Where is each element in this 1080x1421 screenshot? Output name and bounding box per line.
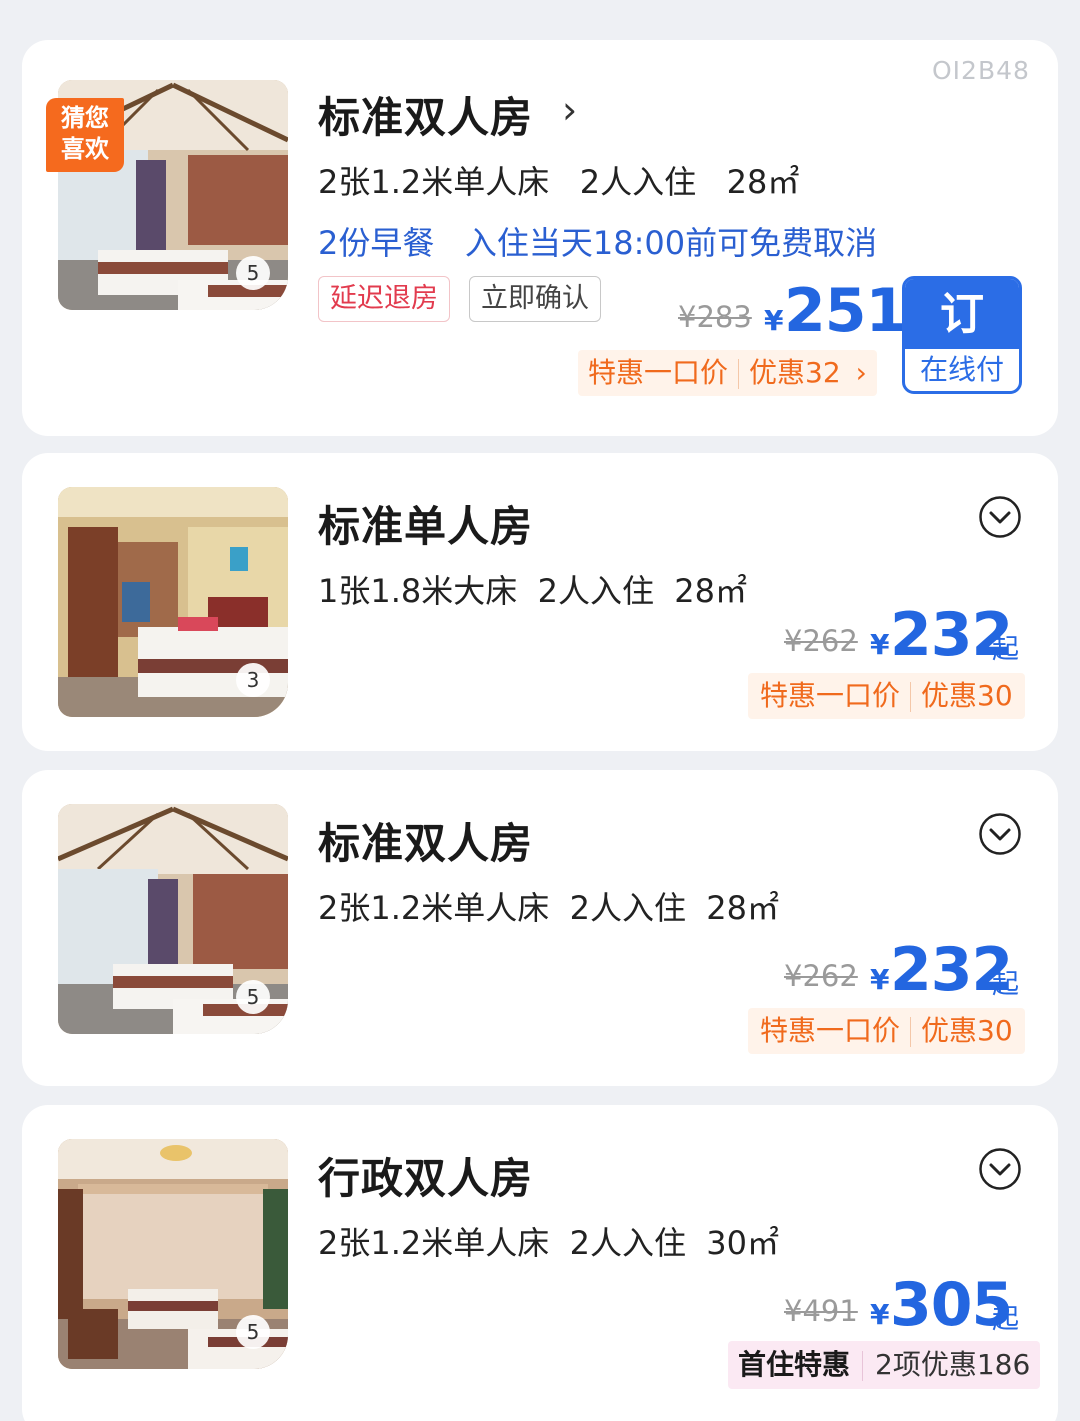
first-stay-divider [862, 1351, 864, 1381]
room-name[interactable]: 行政双人房 [318, 1145, 533, 1206]
chevron-right-icon[interactable]: › [562, 88, 577, 132]
photo-count-badge: 5 [236, 980, 270, 1014]
promo-badge[interactable]: 特惠一口价 优惠30 [748, 1008, 1025, 1054]
room-specs: 2张1.2米单人床 2人入住 28㎡ [318, 889, 780, 927]
promo-divider [738, 359, 740, 389]
room-name[interactable]: 标准单人房 [318, 493, 533, 554]
promo-divider [910, 682, 912, 712]
chevron-down-circle-icon[interactable] [978, 1147, 1022, 1191]
guess-you-like-badge: 猜您 喜欢 [46, 98, 124, 172]
currency-symbol: ¥ [764, 304, 784, 337]
room-specs: 1张1.8米大床 2人入住 28㎡ [318, 572, 748, 610]
photo-count-badge: 3 [236, 663, 270, 697]
promo-divider [910, 1017, 912, 1047]
tag-instant-confirm: 立即确认 [469, 276, 601, 322]
room-specs: 2张1.2米单人床 2人入住 30㎡ [318, 1224, 780, 1262]
room-name[interactable]: 标准双人房 [318, 84, 533, 145]
price-from-suffix: 起 [992, 634, 1019, 665]
book-button-label: 订 [905, 279, 1019, 349]
pay-online-label: 在线付 [919, 353, 1004, 386]
room-card-standard-twin[interactable]: 5 标准双人房 2张1.2米单人床 2人入住 28㎡ ¥262 ¥ 232 起 … [22, 770, 1058, 1086]
first-stay-offer-badge[interactable]: 首住特惠 2项优惠186 [728, 1341, 1041, 1389]
chevron-right-icon: › [855, 356, 867, 389]
promo-label: 特惠一口价 [760, 679, 901, 712]
book-button[interactable]: 订 在线付 [902, 276, 1022, 394]
badge-line-2: 喜欢 [61, 135, 109, 163]
original-price: ¥262 [784, 959, 858, 993]
promo-badge[interactable]: 特惠一口价 优惠32 › [578, 350, 877, 396]
price-from-suffix: 起 [992, 1304, 1019, 1335]
room-benefits: 2份早餐 入住当天18:00前可免费取消 [318, 224, 878, 262]
original-price: ¥283 [678, 300, 752, 334]
room-photo[interactable]: 3 [58, 487, 288, 717]
promo-discount: 优惠30 [921, 679, 1013, 712]
room-card-standard-single[interactable]: 3 标准单人房 1张1.8米大床 2人入住 28㎡ ¥262 ¥ 232 起 特… [22, 453, 1058, 751]
photo-count-badge: 5 [236, 1315, 270, 1349]
currency-symbol: ¥ [870, 963, 890, 996]
room-photo[interactable]: 5 [58, 804, 288, 1034]
promo-discount: 优惠32 [749, 356, 841, 389]
badge-line-1: 猜您 [61, 104, 109, 132]
current-price: 251 [784, 276, 907, 346]
original-price: ¥491 [784, 1294, 858, 1328]
room-specs: 2张1.2米单人床 2人入住 28㎡ [318, 163, 800, 201]
promo-badge[interactable]: 特惠一口价 优惠30 [748, 673, 1025, 719]
room-card-executive-twin[interactable]: 5 行政双人房 2张1.2米单人床 2人入住 30㎡ ¥491 ¥ 305 起 … [22, 1105, 1058, 1421]
chevron-down-circle-icon[interactable] [978, 495, 1022, 539]
promo-discount: 优惠30 [921, 1014, 1013, 1047]
room-photo[interactable]: 5 [58, 1139, 288, 1369]
price-from-suffix: 起 [992, 969, 1019, 1000]
chevron-down-circle-icon[interactable] [978, 812, 1022, 856]
tag-late-checkout: 延迟退房 [318, 276, 450, 322]
room-card-standard-twin-featured[interactable]: OI2B48 猜您 喜欢 5 标准双人房 › 2张1.2米单人床 2人入住 28… [22, 40, 1058, 436]
room-name[interactable]: 标准双人房 [318, 810, 533, 871]
first-stay-label: 首住特惠 [738, 1348, 851, 1381]
currency-symbol: ¥ [870, 1298, 890, 1331]
photo-count-badge: 5 [236, 256, 270, 290]
watermark-text: OI2B48 [932, 56, 1030, 85]
promo-label: 特惠一口价 [760, 1014, 901, 1047]
original-price: ¥262 [784, 624, 858, 658]
first-stay-discount: 2项优惠186 [875, 1348, 1031, 1381]
promo-label: 特惠一口价 [588, 356, 729, 389]
currency-symbol: ¥ [870, 628, 890, 661]
